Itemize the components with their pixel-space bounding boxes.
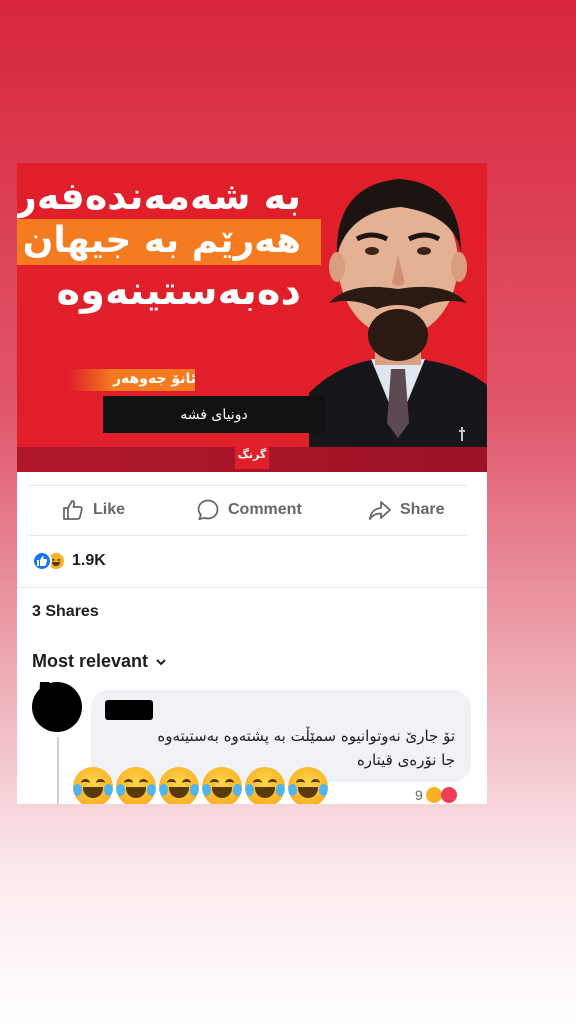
comment-text-line-1: تۆ جارێ نەوتوانیوە سمێڵت بە پشتەوە بەستی… xyxy=(157,727,455,745)
haha-icon xyxy=(425,787,442,803)
chevron-down-icon xyxy=(156,658,166,665)
shares-count[interactable]: 3 Shares xyxy=(32,603,99,621)
laughing-with-tears-emoji-icon xyxy=(245,767,285,804)
post-image[interactable]: بە شەمەندەفەر هەرێم بە جیهان دەبەستینەوە xyxy=(17,163,487,472)
divider-section xyxy=(17,587,487,588)
headline-line-2: هەرێم بە جیهان xyxy=(22,220,301,261)
headline-line-1: بە شەمەندەفەر xyxy=(17,174,301,218)
post-actions-bar: Like Comment Share xyxy=(17,489,487,531)
like-label: Like xyxy=(93,501,126,518)
laughing-with-tears-emoji-icon xyxy=(202,767,242,804)
like-icon xyxy=(32,551,52,571)
comment-text: تۆ جارێ نەوتوانیوە سمێڵت بە پشتەوە بەستی… xyxy=(105,724,455,772)
thumbs-up-icon xyxy=(63,500,83,520)
laughing-with-tears-emoji-icon xyxy=(159,767,199,804)
love-icon xyxy=(440,787,457,803)
reaction-count: 1.9K xyxy=(72,552,106,569)
comment-bubble-icon xyxy=(197,499,219,521)
comment-reactions[interactable]: 9 xyxy=(415,787,457,803)
channel-logo: گرنگ xyxy=(235,439,269,469)
commenter-avatar[interactable] xyxy=(32,680,82,732)
headline-line-3: دەبەستینەوە xyxy=(56,268,301,314)
portrait-photo xyxy=(309,179,487,453)
like-button[interactable]: Like xyxy=(61,489,125,531)
comment-label: Comment xyxy=(228,501,302,518)
share-arrow-icon xyxy=(369,501,391,520)
reaction-summary[interactable]: 1.9K xyxy=(32,549,106,573)
comment-button[interactable]: Comment xyxy=(196,489,302,531)
share-label: Share xyxy=(400,501,445,518)
divider-top xyxy=(29,485,467,486)
video-subtitle: دونیای فشە xyxy=(103,396,325,433)
divider-bottom xyxy=(29,535,467,536)
comment-sort-dropdown[interactable]: Most relevant xyxy=(32,651,168,672)
laughing-with-tears-emoji-icon xyxy=(73,767,113,804)
author-name: ئانۆ جەوهەر xyxy=(113,371,196,387)
laughing-with-tears-emoji-icon xyxy=(116,767,156,804)
post-card: بە شەمەندەفەر هەرێم بە جیهان دەبەستینەوە xyxy=(17,163,487,804)
laughing-with-tears-emoji-icon xyxy=(288,767,328,804)
sort-label: Most relevant xyxy=(32,651,149,671)
comment-thread-line xyxy=(57,737,59,804)
redacted-commenter-name xyxy=(105,700,153,720)
comment-reaction-count: 9 xyxy=(415,787,423,803)
share-button[interactable]: Share xyxy=(368,489,444,531)
comment-emoji-row xyxy=(73,767,328,804)
